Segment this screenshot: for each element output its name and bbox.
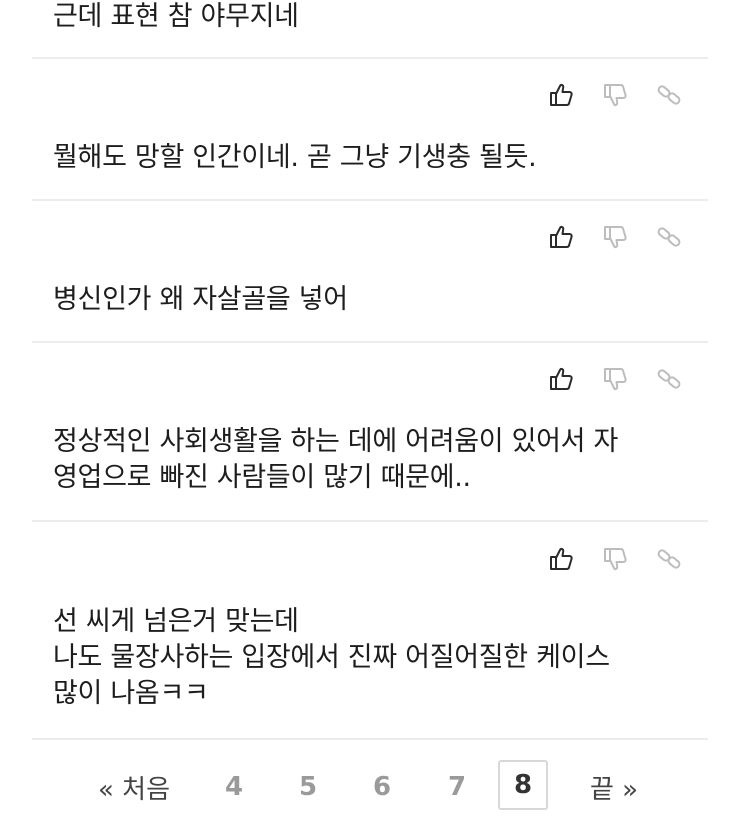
- thumbs-down-icon: [604, 368, 627, 391]
- dislike-button[interactable]: [600, 80, 630, 110]
- thumbs-up-icon: [550, 225, 573, 248]
- pagination: « 처음 4 5 6 7 8 끝 »: [0, 760, 740, 818]
- page-link[interactable]: 6: [362, 760, 402, 814]
- link-icon: [657, 549, 681, 569]
- comment-text: 뭘해도 망할 인간이네. 곧 그냥 기생충 될듯.: [53, 142, 537, 173]
- share-link-button[interactable]: [654, 222, 684, 252]
- page-link[interactable]: 4: [214, 760, 254, 814]
- share-link-button[interactable]: [654, 364, 684, 394]
- comment-text: 병신인가 왜 자살골을 넣어: [53, 284, 348, 315]
- dislike-button[interactable]: [600, 544, 630, 574]
- share-link-button[interactable]: [654, 544, 684, 574]
- comment-divider: [32, 341, 708, 343]
- like-button[interactable]: [546, 364, 576, 394]
- first-page-link[interactable]: « 처음: [94, 760, 174, 814]
- page-link[interactable]: 7: [437, 760, 477, 814]
- thumbs-up-icon: [550, 83, 573, 106]
- comment-divider: [32, 199, 708, 201]
- comment-text: 근데 표현 참 야무지네: [53, 1, 299, 32]
- comment-text: 정상적인 사회생활을 하는 데에 어려움이 있어서 자 영업으로 빠진 사람들이…: [53, 426, 619, 493]
- page-link[interactable]: 5: [288, 760, 328, 814]
- comment-actions: [540, 222, 690, 252]
- share-link-button[interactable]: [654, 80, 684, 110]
- comment-actions: [540, 80, 690, 110]
- thumbs-up-icon: [550, 547, 573, 570]
- current-page[interactable]: 8: [498, 760, 548, 810]
- link-icon: [657, 85, 681, 105]
- like-button[interactable]: [546, 80, 576, 110]
- comment-divider: [32, 738, 708, 740]
- like-button[interactable]: [546, 544, 576, 574]
- comment-divider: [32, 57, 708, 59]
- thumbs-down-icon: [604, 548, 627, 571]
- comment-actions: [540, 544, 690, 574]
- thumbs-up-icon: [550, 367, 573, 390]
- like-button[interactable]: [546, 222, 576, 252]
- thumbs-down-icon: [604, 226, 627, 249]
- comment-actions: [540, 364, 690, 394]
- comment-text: 선 씨게 넘은거 맞는데 나도 물장사하는 입장에서 진짜 어질어질한 케이스 …: [53, 606, 610, 709]
- dislike-button[interactable]: [600, 364, 630, 394]
- link-icon: [657, 369, 681, 389]
- link-icon: [657, 227, 681, 247]
- comment-divider: [32, 520, 708, 522]
- dislike-button[interactable]: [600, 222, 630, 252]
- thumbs-down-icon: [604, 84, 627, 107]
- last-page-link[interactable]: 끝 »: [588, 760, 640, 814]
